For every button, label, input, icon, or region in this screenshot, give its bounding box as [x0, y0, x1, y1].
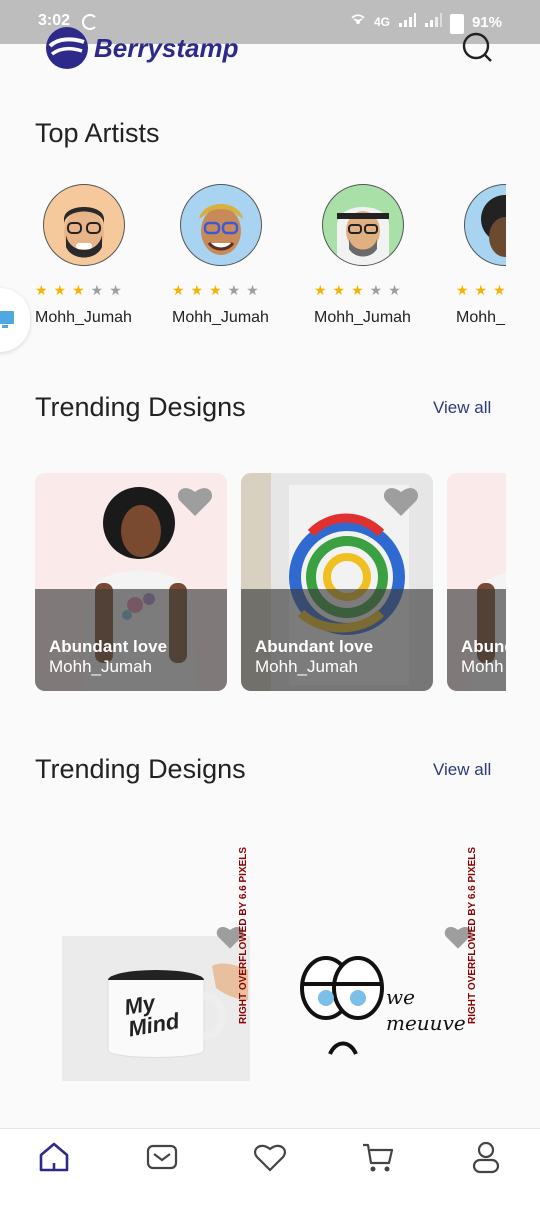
artist-avatar	[464, 184, 506, 266]
card-title: Abundant love	[49, 637, 168, 656]
favorite-heart-icon[interactable]	[383, 485, 419, 517]
cart-icon	[363, 1143, 394, 1172]
signal-icon-2	[424, 13, 442, 31]
card-title: Abundant love	[255, 637, 374, 656]
rating-stars: ★★★★★	[314, 282, 407, 298]
trending-designs-title-2: Trending Designs	[35, 754, 246, 784]
artist-name: Mohh_Jumah	[172, 309, 269, 326]
rating-stars: ★★★★★	[172, 282, 265, 298]
artist-avatar	[43, 184, 125, 266]
card-title: Abund	[461, 637, 506, 656]
search-icon	[462, 32, 492, 62]
artist-name: Mohh_	[456, 309, 505, 326]
view-all-link[interactable]: View all	[433, 398, 491, 418]
artist-item[interactable]: ★★★★★ Mohh_Jumah	[172, 184, 282, 327]
design-card[interactable]: Abundant love Mohh_Jumah	[35, 473, 227, 691]
favorite-heart-icon[interactable]	[177, 485, 213, 517]
artist-item[interactable]: ★★★★★ Mohh_Jumah	[35, 184, 145, 327]
home-icon	[39, 1142, 69, 1172]
search-button[interactable]	[460, 30, 494, 64]
card-artist: Mohh_Jumah	[49, 657, 153, 676]
overflow-warning: RIGHT OVERFLOWED BY 6.6 PIXELS	[467, 846, 478, 1024]
artist-item[interactable]: ★★★★★ Mohh_Jumah	[314, 184, 424, 327]
bottom-navigation	[0, 1128, 540, 1205]
brand-logo: Berrystamp	[44, 26, 239, 70]
face-design-image[interactable]: we meuuve	[296, 950, 472, 1070]
view-all-link-2[interactable]: View all	[433, 760, 491, 780]
monitor-icon	[0, 311, 14, 328]
nav-favorites[interactable]	[252, 1139, 292, 1179]
artist-name: Mohh_Jumah	[314, 309, 411, 326]
nav-messages[interactable]	[144, 1139, 184, 1179]
network-type: 4G	[373, 15, 390, 29]
artist-item-clipped[interactable]: ★★★★★ Mohh_	[456, 184, 506, 344]
overflow-warning: RIGHT OVERFLOWED BY 6.6 PIXELS	[238, 846, 249, 1024]
trending-designs-title: Trending Designs	[35, 392, 246, 422]
top-artists-title: Top Artists	[35, 118, 160, 148]
design-card-clipped[interactable]: Abund Mohh	[447, 473, 506, 691]
brand-name: Berrystamp	[94, 32, 239, 63]
profile-icon	[472, 1141, 500, 1174]
mug-design-image[interactable]: My Mind	[62, 936, 250, 1081]
battery-level: 91%	[471, 13, 502, 31]
nav-home[interactable]	[36, 1139, 76, 1179]
artist-name: Mohh_Jumah	[35, 309, 132, 326]
rating-stars: ★★★★★	[456, 282, 506, 298]
signal-icon	[398, 13, 416, 31]
artist-avatar	[322, 184, 404, 266]
face-text: we meuuve	[386, 985, 466, 1035]
floating-side-tab[interactable]	[0, 288, 30, 352]
artist-avatar	[180, 184, 262, 266]
card-artist: Mohh_Jumah	[255, 657, 359, 676]
nav-profile[interactable]	[468, 1139, 508, 1179]
nav-cart[interactable]	[360, 1139, 400, 1179]
berry-logo-icon	[46, 27, 88, 69]
rating-stars: ★★★★★	[35, 282, 128, 298]
message-icon	[146, 1144, 178, 1170]
hotspot-icon	[350, 13, 366, 31]
heart-icon	[254, 1144, 286, 1172]
design-card[interactable]: Abundant love Mohh_Jumah	[241, 473, 433, 691]
card-artist: Mohh	[461, 657, 504, 676]
